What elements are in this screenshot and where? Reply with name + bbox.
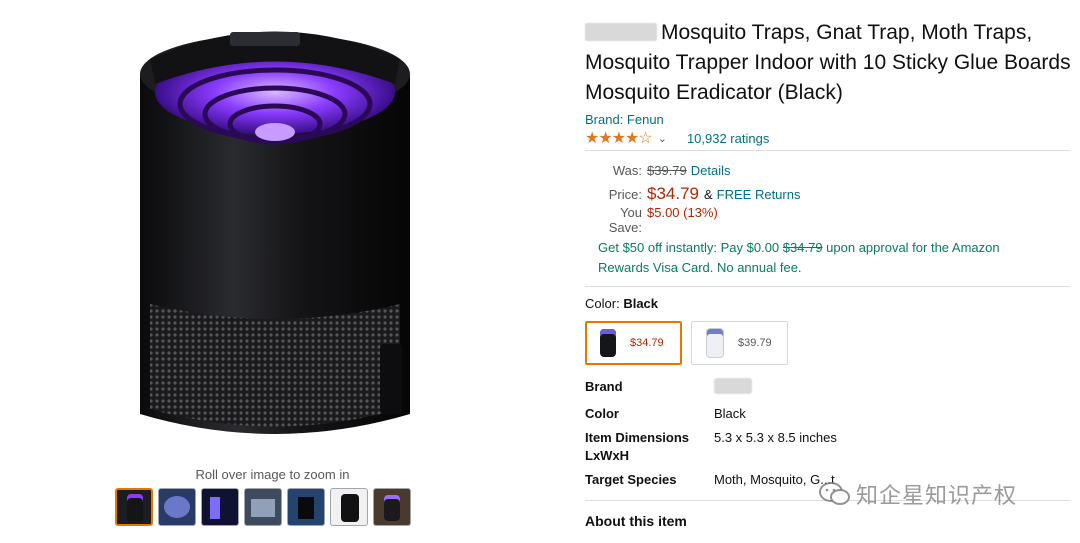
star-rating-icon[interactable]: ★★★★☆ bbox=[585, 128, 653, 148]
rating-row: ★★★★☆ ⌄ 10,932 ratings bbox=[585, 128, 769, 148]
divider bbox=[585, 150, 1070, 151]
spec-value: Moth, Mosquito, G...t bbox=[714, 472, 835, 487]
you-save-value: $5.00 (13%) bbox=[647, 205, 718, 220]
spec-row: Target Species Moth, Mosquito, G...t bbox=[585, 471, 837, 489]
was-price: $39.79 bbox=[647, 163, 687, 178]
spec-row: Item Dimensions LxWxH 5.3 x 5.3 x 8.5 in… bbox=[585, 429, 837, 465]
spec-value: Black bbox=[714, 406, 746, 421]
color-option-white[interactable]: $39.79 bbox=[691, 321, 788, 365]
price-value: $34.79 bbox=[647, 184, 699, 203]
spec-key: Item Dimensions LxWxH bbox=[585, 430, 690, 463]
spec-key: Color bbox=[585, 406, 619, 421]
watermark: 知企星知识产权 bbox=[818, 478, 1017, 510]
spec-row: Brand bbox=[585, 378, 837, 399]
wechat-logo-icon bbox=[819, 482, 850, 505]
thumbnail[interactable] bbox=[373, 488, 411, 526]
amp-text: & bbox=[704, 187, 713, 202]
promo-strike-price: $34.79 bbox=[782, 240, 823, 255]
price-label: Price: bbox=[608, 187, 642, 202]
card-promo[interactable]: Get $50 off instantly: Pay $0.00 $34.79 … bbox=[598, 238, 1038, 278]
was-label: Was: bbox=[612, 163, 642, 178]
divider bbox=[585, 286, 1070, 287]
swatch-price: $39.79 bbox=[738, 337, 772, 349]
redacted-brand bbox=[585, 23, 657, 41]
spec-value: 5.3 x 5.3 x 8.5 inches bbox=[714, 430, 837, 445]
spec-key: Brand bbox=[585, 379, 623, 394]
watermark-text: 知企星知识产权 bbox=[856, 483, 1018, 508]
image-gallery: Roll over image to zoom in bbox=[0, 0, 560, 543]
spec-key: Target Species bbox=[585, 472, 677, 487]
product-title: Mosquito Traps, Gnat Trap, Moth Traps, M… bbox=[585, 21, 1071, 104]
about-heading: About this item bbox=[585, 513, 687, 529]
thumbnail[interactable] bbox=[330, 488, 368, 526]
swatch-image bbox=[706, 328, 724, 358]
promo-text-before: Get $50 off instantly: Pay $0.00 bbox=[598, 240, 780, 255]
free-returns-link[interactable]: FREE Returns bbox=[717, 187, 801, 202]
swatch-image bbox=[600, 329, 616, 357]
swatch-price: $34.79 bbox=[630, 337, 664, 349]
you-save-label: You Save: bbox=[608, 205, 642, 235]
thumbnail[interactable] bbox=[244, 488, 282, 526]
price-block: Was: $39.79 Details Price: $34.79 & FREE… bbox=[585, 163, 801, 235]
product-details: Mosquito Traps, Gnat Trap, Moth Traps, M… bbox=[585, 0, 1080, 543]
redacted-brand bbox=[714, 378, 752, 394]
spec-table: Brand Color Black Item Dimensions LxWxH … bbox=[585, 378, 837, 495]
thumbnail[interactable] bbox=[115, 488, 153, 526]
thumbnail[interactable] bbox=[158, 488, 196, 526]
selected-color: Black bbox=[623, 296, 659, 311]
spec-value-brand bbox=[714, 378, 752, 399]
zoom-hint: Roll over image to zoom in bbox=[195, 467, 350, 482]
color-option-black[interactable]: $34.79 bbox=[585, 321, 682, 365]
ratings-count-link[interactable]: 10,932 ratings bbox=[687, 131, 769, 146]
thumbnail-strip bbox=[115, 488, 411, 526]
details-link[interactable]: Details bbox=[691, 163, 731, 178]
spec-row: Color Black bbox=[585, 405, 837, 423]
chevron-down-icon[interactable]: ⌄ bbox=[658, 132, 667, 145]
color-label: Color: Black bbox=[585, 296, 659, 311]
brand-link[interactable]: Brand: Fenun bbox=[585, 112, 664, 127]
thumbnail[interactable] bbox=[287, 488, 325, 526]
product-main-image[interactable] bbox=[130, 14, 420, 454]
thumbnail[interactable] bbox=[201, 488, 239, 526]
